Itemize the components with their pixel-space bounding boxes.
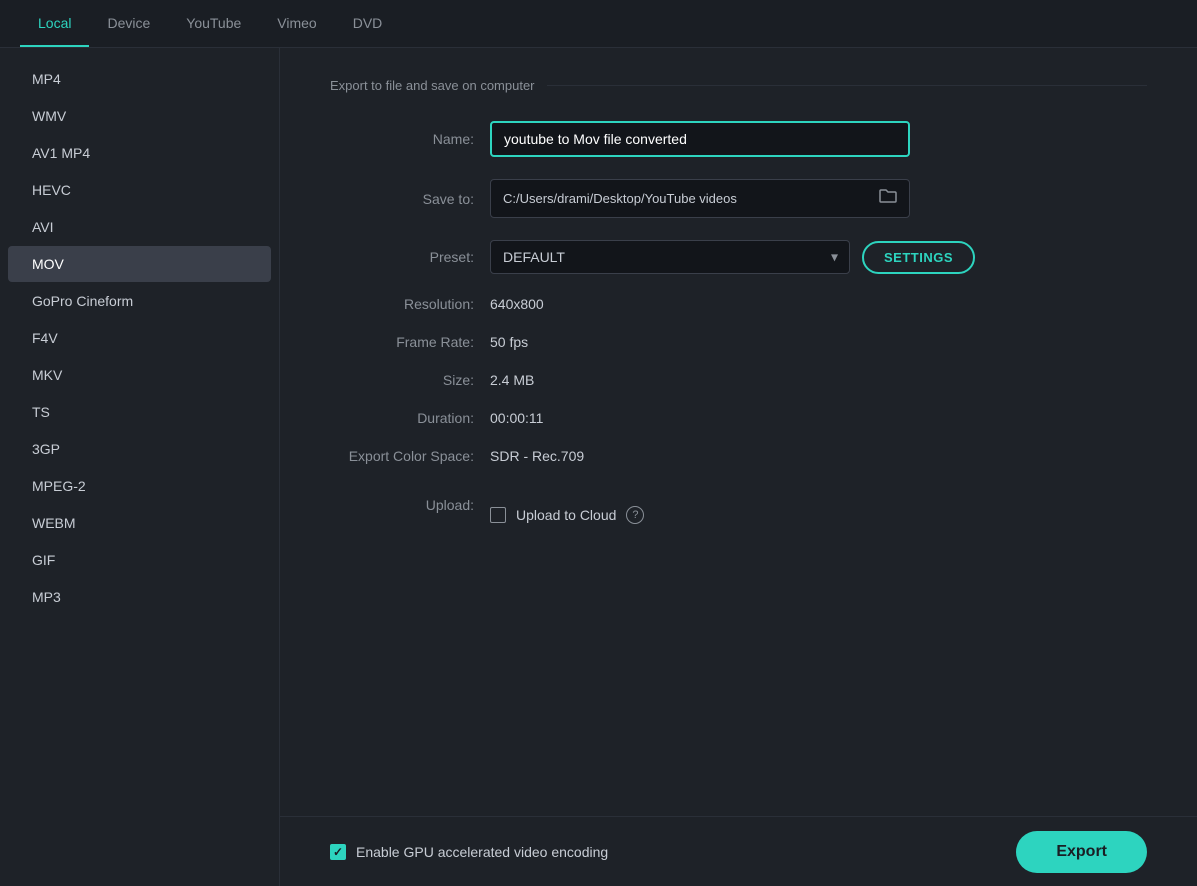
sidebar-item-hevc[interactable]: HEVC	[8, 172, 271, 208]
sidebar-item-mkv[interactable]: MKV	[8, 357, 271, 393]
size-label: Size:	[330, 372, 490, 388]
tab-local[interactable]: Local	[20, 1, 89, 47]
duration-row: Duration: 00:00:11	[330, 410, 1147, 426]
upload-cloud-label: Upload to Cloud	[516, 507, 616, 523]
save-to-label: Save to:	[330, 191, 490, 207]
resolution-value: 640x800	[490, 296, 544, 312]
tab-vimeo[interactable]: Vimeo	[259, 1, 334, 47]
sidebar-item-webm[interactable]: WEBM	[8, 505, 271, 541]
settings-button[interactable]: SETTINGS	[862, 241, 975, 274]
upload-to-cloud-row: Upload to Cloud ?	[490, 506, 644, 524]
help-icon[interactable]: ?	[626, 506, 644, 524]
sidebar-item-mov[interactable]: MOV	[8, 246, 271, 282]
sidebar-item-av1mp4[interactable]: AV1 MP4	[8, 135, 271, 171]
section-title: Export to file and save on computer	[330, 78, 1147, 93]
upload-row: Upload: Upload to Cloud ?	[330, 486, 1147, 524]
main-layout: MP4 WMV AV1 MP4 HEVC AVI MOV GoPro Cinef…	[0, 48, 1197, 886]
sidebar: MP4 WMV AV1 MP4 HEVC AVI MOV GoPro Cinef…	[0, 48, 280, 886]
content-area: Export to file and save on computer Name…	[280, 48, 1197, 886]
name-row: Name:	[330, 121, 1147, 157]
top-nav: Local Device YouTube Vimeo DVD	[0, 0, 1197, 48]
frame-rate-label: Frame Rate:	[330, 334, 490, 350]
sidebar-item-gopro[interactable]: GoPro Cineform	[8, 283, 271, 319]
color-space-row: Export Color Space: SDR - Rec.709	[330, 448, 1147, 464]
name-input[interactable]	[490, 121, 910, 157]
frame-rate-value: 50 fps	[490, 334, 528, 350]
sidebar-item-ts[interactable]: TS	[8, 394, 271, 430]
bottom-bar: Enable GPU accelerated video encoding Ex…	[280, 816, 1197, 886]
tab-youtube[interactable]: YouTube	[168, 1, 259, 47]
sidebar-item-mp4[interactable]: MP4	[8, 61, 271, 97]
sidebar-item-gif[interactable]: GIF	[8, 542, 271, 578]
sidebar-item-mp3[interactable]: MP3	[8, 579, 271, 615]
tab-dvd[interactable]: DVD	[335, 1, 401, 47]
resolution-row: Resolution: 640x800	[330, 296, 1147, 312]
size-row: Size: 2.4 MB	[330, 372, 1147, 388]
sidebar-item-f4v[interactable]: F4V	[8, 320, 271, 356]
folder-icon[interactable]	[879, 188, 897, 209]
preset-label: Preset:	[330, 249, 490, 265]
save-to-path: C:/Users/drami/Desktop/YouTube videos	[503, 191, 871, 206]
sidebar-item-3gp[interactable]: 3GP	[8, 431, 271, 467]
sidebar-item-avi[interactable]: AVI	[8, 209, 271, 245]
upload-cloud-checkbox[interactable]	[490, 507, 506, 523]
preset-row: Preset: DEFAULT Custom SETTINGS	[330, 240, 1147, 274]
save-to-row: Save to: C:/Users/drami/Desktop/YouTube …	[330, 179, 1147, 218]
frame-rate-row: Frame Rate: 50 fps	[330, 334, 1147, 350]
duration-value: 00:00:11	[490, 410, 543, 426]
save-to-field: C:/Users/drami/Desktop/YouTube videos	[490, 179, 910, 218]
preset-select[interactable]: DEFAULT Custom	[490, 240, 850, 274]
name-label: Name:	[330, 131, 490, 147]
gpu-checkbox[interactable]	[330, 844, 346, 860]
size-value: 2.4 MB	[490, 372, 534, 388]
color-space-value: SDR - Rec.709	[490, 448, 584, 464]
gpu-row: Enable GPU accelerated video encoding	[330, 844, 608, 860]
gpu-label: Enable GPU accelerated video encoding	[356, 844, 608, 860]
upload-label: Upload:	[330, 497, 490, 513]
sidebar-item-wmv[interactable]: WMV	[8, 98, 271, 134]
resolution-label: Resolution:	[330, 296, 490, 312]
export-button[interactable]: Export	[1016, 831, 1147, 873]
color-space-label: Export Color Space:	[330, 448, 490, 464]
preset-select-wrapper: DEFAULT Custom	[490, 240, 850, 274]
duration-label: Duration:	[330, 410, 490, 426]
sidebar-item-mpeg2[interactable]: MPEG-2	[8, 468, 271, 504]
tab-device[interactable]: Device	[89, 1, 168, 47]
